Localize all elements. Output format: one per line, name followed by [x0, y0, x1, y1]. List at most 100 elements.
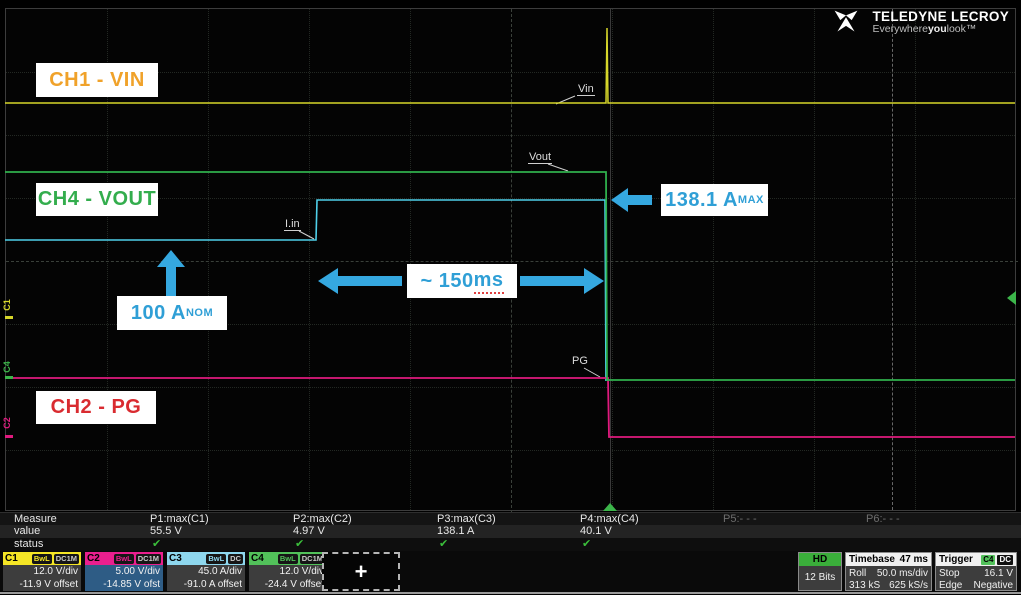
measure-status-row: status ✔ ✔ ✔ ✔: [0, 538, 1021, 551]
timebase-mode: Roll: [849, 568, 866, 579]
oscilloscope-screen: Vin Vout I.in PG C1 C4 C2 CH1 - VIN CH4 …: [0, 0, 1021, 595]
timebase-box[interactable]: Timebase 47 ms Roll 50.0 ms/div 313 kS 6…: [845, 552, 932, 591]
c2-id: C2: [87, 553, 112, 564]
trigger-row1: Stop 16.1 V: [939, 568, 1013, 579]
imax-subscript: MAX: [738, 194, 764, 206]
plus-icon: +: [355, 559, 368, 585]
trigger-time-marker[interactable]: [603, 503, 617, 511]
trigger-mode: Stop: [939, 568, 960, 579]
p3-value: 138.1 A: [437, 525, 474, 538]
trigger-slope: Negative: [974, 580, 1013, 591]
inom-callout: 100 ANOM: [117, 296, 227, 330]
gridline: [410, 9, 411, 510]
c1-header: C1 BwL DC1M: [3, 552, 81, 565]
c4-vdiv: 12.0 V/div: [249, 565, 324, 578]
p2-status-check-icon: ✔: [295, 538, 304, 551]
gridline: [6, 135, 1015, 136]
channel-box-c1[interactable]: C1 BwL DC1M 12.0 V/div -11.9 V offset: [3, 552, 81, 591]
p3-status-check-icon: ✔: [439, 538, 448, 551]
channel-box-c2[interactable]: C2 BwL DC1M 5.00 V/div -14.85 V ofst: [85, 552, 163, 591]
trigger-header: Trigger C4 DC: [936, 553, 1016, 566]
trigger-box[interactable]: Trigger C4 DC Stop 16.1 V Edge Negative: [935, 552, 1017, 591]
hd-bits: 12 Bits: [802, 572, 838, 583]
gridline: [208, 9, 209, 510]
c3-settings: 45.0 A/div -91.0 A offset: [167, 565, 242, 591]
iin-trace-label: I.in: [284, 218, 301, 231]
measure-table: Measure P1:max(C1) P2:max(C2) P3:max(C3)…: [0, 512, 1021, 551]
add-channel-button[interactable]: +: [322, 552, 400, 591]
c2-zero-marker[interactable]: C2: [2, 417, 12, 429]
inom-up-arrow-icon: [157, 250, 185, 296]
hd-label: HD: [799, 553, 841, 566]
status-row-label: status: [14, 538, 43, 551]
cursor-dashed-line[interactable]: [892, 9, 893, 510]
gridline: [713, 9, 714, 510]
measure-header-row: Measure P1:max(C1) P2:max(C2) P3:max(C3)…: [0, 512, 1021, 526]
trigger-title: Trigger: [939, 554, 973, 565]
p1-value: 55.5 V: [150, 525, 182, 538]
c4-zero-marker[interactable]: C4: [2, 361, 12, 373]
hd-mode-box[interactable]: HD 12 Bits: [798, 552, 842, 591]
imax-arrow-icon: [611, 188, 652, 212]
ch4-vout-callout: CH4 - VOUT: [36, 183, 158, 216]
channel-box-c4[interactable]: C4 BwL DC1M 12.0 V/div -24.4 V offset: [249, 552, 327, 591]
c1-zero-marker[interactable]: C1: [2, 299, 12, 311]
trigger-coupling-badge: DC: [997, 555, 1013, 565]
trigger-source-badge: C4: [981, 555, 995, 565]
vout-trace-label: Vout: [528, 151, 552, 164]
c3-adiv: 45.0 A/div: [167, 565, 242, 578]
timebase-rate: 625 kS/s: [889, 580, 928, 591]
duration-right-arrow-icon: [520, 268, 604, 294]
c3-bwl-badge: BwL: [206, 554, 226, 564]
c3-id: C3: [169, 553, 204, 564]
p4-value: 40.1 V: [580, 525, 612, 538]
p2-value: 4.97 V: [293, 525, 325, 538]
duration-value: ~ 150: [420, 270, 473, 293]
c2-bwl-badge: BwL: [114, 554, 134, 564]
trigger-position-line: [610, 9, 611, 510]
c4-zero-tick: [5, 376, 13, 379]
duration-callout: ~ 150 ms: [407, 264, 517, 298]
pg-trace-label: PG: [571, 355, 589, 367]
c4-offset: -24.4 V offset: [249, 578, 324, 591]
c1-id: C1: [5, 553, 30, 564]
c1-bwl-badge: BwL: [32, 554, 52, 564]
imax-callout: 138.1 AMAX: [661, 184, 768, 216]
c2-coupling-badge: DC1M: [136, 554, 161, 564]
logo-brand-text: TELEDYNE LECROY: [872, 10, 1009, 23]
c3-coupling-badge: DC: [228, 554, 243, 564]
c4-bwl-badge: BwL: [278, 554, 298, 564]
c3-offset: -91.0 A offset: [167, 578, 242, 591]
gridline: [814, 9, 815, 510]
duration-unit: ms: [474, 269, 504, 294]
inom-value: 100 A: [131, 302, 186, 325]
c1-coupling-badge: DC1M: [54, 554, 79, 564]
bottom-status-bar: C1 BwL DC1M 12.0 V/div -11.9 V offset C2…: [0, 551, 1021, 592]
trigger-type: Edge: [939, 580, 962, 591]
c1-zero-tick: [5, 316, 13, 319]
measure-value-row: value 55.5 V 4.97 V 138.1 A 40.1 V: [0, 525, 1021, 538]
ch1-vin-callout: CH1 - VIN: [36, 63, 158, 97]
gridline: [6, 387, 1015, 388]
c2-vdiv: 5.00 V/div: [85, 565, 160, 578]
inom-subscript: NOM: [186, 307, 213, 319]
imax-value: 138.1 A: [665, 189, 738, 212]
p4-status-check-icon: ✔: [582, 538, 591, 551]
teledyne-logo-icon: [827, 10, 865, 36]
gridline: [309, 9, 310, 510]
gridline: [6, 450, 1015, 451]
c2-zero-tick: [5, 435, 13, 438]
p1-status-check-icon: ✔: [152, 538, 161, 551]
timebase-row2: 313 kS 625 kS/s: [849, 580, 928, 591]
value-row-label: value: [14, 525, 40, 538]
c1-vdiv: 12.0 V/div: [3, 565, 78, 578]
channel-box-c3[interactable]: C3 BwL DC 45.0 A/div -91.0 A offset: [167, 552, 245, 591]
logo-tagline: Everywhereyoulook™: [872, 23, 1009, 36]
c3-header: C3 BwL DC: [167, 552, 245, 565]
timebase-samples: 313 kS: [849, 580, 880, 591]
trigger-level-marker[interactable]: [1007, 291, 1016, 305]
timebase-title: Timebase: [849, 554, 895, 565]
c2-offset: -14.85 V ofst: [85, 578, 160, 591]
trigger-row2: Edge Negative: [939, 580, 1013, 591]
timebase-row1: Roll 50.0 ms/div: [849, 568, 928, 579]
